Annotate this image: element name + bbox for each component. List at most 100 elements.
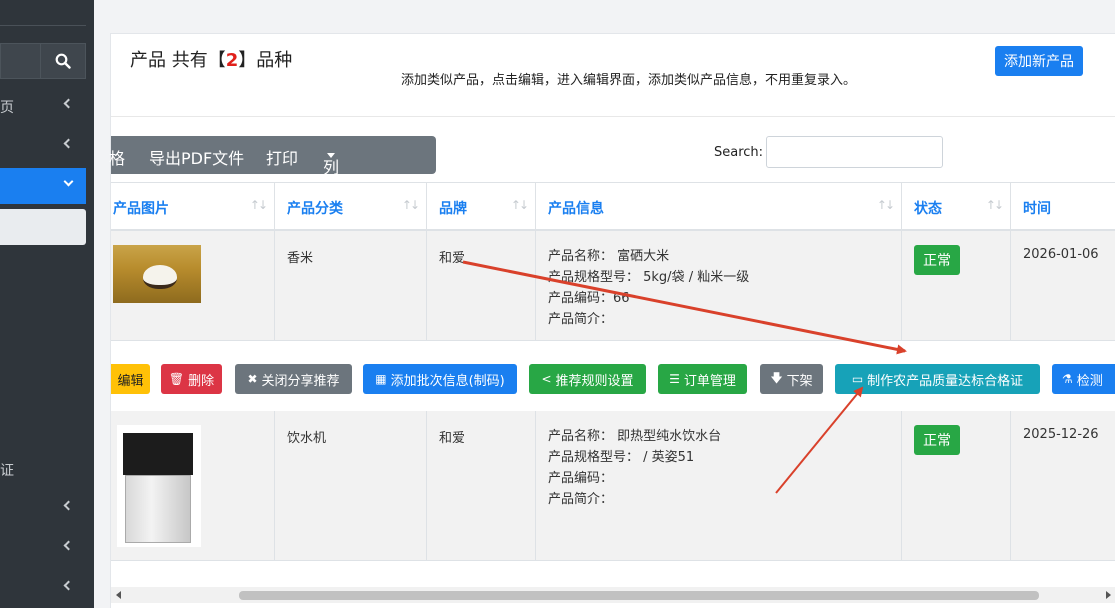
trash-icon: 🗑 — [168, 372, 185, 386]
product-spec: 产品规格型号： / 英姿51 — [548, 450, 695, 465]
scrollbar-thumb[interactable] — [239, 591, 1039, 600]
product-count: 2 — [225, 50, 239, 71]
column-header-status[interactable]: 状态 ↑↓ — [901, 183, 1010, 230]
action-label: 删除 — [188, 373, 215, 389]
sidebar-item-active[interactable] — [0, 168, 86, 204]
print-button[interactable]: 打印 — [266, 145, 298, 169]
brand-text: 和爱 — [439, 251, 466, 266]
add-batch-button[interactable]: ▦ 添加批次信息(制码) — [363, 364, 517, 394]
chevron-left-icon — [63, 98, 74, 109]
close-icon: ✖ — [247, 372, 258, 386]
category-cell: 香米 — [274, 231, 426, 341]
order-management-button[interactable]: ☰ 订单管理 — [658, 364, 747, 394]
action-label: 订单管理 — [683, 373, 736, 389]
sidebar-item-5[interactable] — [0, 490, 86, 526]
search-label: Search: — [714, 145, 764, 160]
category-text: 香米 — [287, 251, 314, 266]
dispenser-body — [125, 475, 191, 543]
delete-button[interactable]: 🗑 删除 — [161, 364, 222, 394]
rice-bowl — [143, 265, 177, 289]
column-header-info[interactable]: 产品信息 ↑↓ — [535, 183, 901, 230]
status-badge[interactable]: 正常 — [914, 245, 960, 275]
brand-cell: 和爱 — [426, 411, 535, 561]
sidebar-item-label: 证 — [0, 463, 14, 479]
info-cell: 产品名称： 即热型纯水饮水台 产品规格型号： / 英姿51 产品编码： 产品简介… — [535, 411, 901, 561]
column-header-brand[interactable]: 品牌 ↑↓ — [426, 183, 535, 230]
search-input[interactable] — [766, 136, 943, 168]
action-label: 添加批次信息(制码) — [390, 373, 505, 389]
category-text: 饮水机 — [287, 431, 327, 446]
table-row: 香米 和爱 产品名称： 富硒大米 产品规格型号： 5kg/袋 / 籼米一级 产品… — [111, 231, 1115, 341]
product-image-cell — [111, 411, 274, 561]
list-icon: ☰ — [669, 372, 680, 386]
time-text: 2025-12-26 — [1023, 427, 1099, 442]
info-cell: 产品名称： 富硒大米 产品规格型号： 5kg/袋 / 籼米一级 产品编码：66 … — [535, 231, 901, 341]
status-badge[interactable]: 正常 — [914, 425, 960, 455]
column-header-image[interactable]: 产品图片 ↑↓ — [111, 183, 274, 230]
chevron-left-icon — [63, 540, 74, 551]
status-cell: 正常 — [901, 231, 1010, 341]
sort-icon: ↑↓ — [985, 198, 1004, 212]
horizontal-scrollbar[interactable] — [111, 587, 1115, 603]
column-title: 状态 — [914, 201, 942, 217]
chevron-down-icon — [63, 176, 74, 187]
chevron-left-icon — [63, 500, 74, 511]
arrow-down-icon: 🡇 — [770, 370, 783, 385]
action-label: 编辑 — [117, 373, 144, 389]
action-label: 下架 — [786, 373, 813, 389]
column-header-time[interactable]: 时间 — [1010, 183, 1115, 230]
sidebar: 页 证 — [0, 0, 94, 608]
dispenser-top — [123, 433, 193, 475]
product-image-cell — [111, 231, 274, 341]
product-name: 产品名称： 即热型纯水饮水台 — [548, 429, 722, 444]
sort-icon: ↑↓ — [876, 198, 895, 212]
brand-text: 和爱 — [439, 431, 466, 446]
product-card: 产品 共有【2】品种 添加类似产品，点击编辑，进入编辑界面，添加类似产品信息，不… — [109, 33, 1115, 608]
column-title: 产品信息 — [548, 201, 604, 217]
time-cell: 2026-01-06 — [1010, 231, 1115, 341]
sidebar-item-label: 页 — [0, 100, 14, 116]
column-title: 产品分类 — [287, 201, 343, 217]
inspection-button[interactable]: ⚗ 检测 — [1052, 364, 1115, 394]
sidebar-search — [0, 43, 86, 79]
add-product-button[interactable]: 添加新产品 — [995, 46, 1083, 76]
column-header-category[interactable]: 产品分类 ↑↓ — [274, 183, 426, 230]
product-code: 产品编码： — [548, 471, 614, 486]
sidebar-item-6[interactable] — [0, 530, 86, 566]
close-share-button[interactable]: ✖ 关闭分享推荐 — [235, 364, 352, 394]
edit-button[interactable]: 编辑 — [111, 364, 150, 394]
sidebar-subitem-selected[interactable] — [0, 209, 86, 245]
action-label: 制作农产品质量达标合格证 — [867, 373, 1024, 389]
column-title: 品牌 — [439, 201, 467, 217]
recommend-rules-button[interactable]: < 推荐规则设置 — [529, 364, 646, 394]
qrcode-icon: ▦ — [375, 372, 387, 386]
export-excel-button[interactable]: 格 — [109, 145, 125, 169]
table-header: 产品图片 ↑↓ 产品分类 ↑↓ 品牌 ↑↓ 产品信息 ↑↓ 状态 ↑↓ 时间 — [111, 182, 1115, 231]
sidebar-item-home[interactable]: 页 — [0, 88, 86, 124]
column-visibility-button[interactable]: 列显示/隐藏 — [323, 145, 344, 273]
header-divider — [111, 116, 1115, 117]
title-prefix: 产品 共有【 — [130, 50, 226, 71]
action-label: 检测 — [1076, 373, 1103, 389]
share-icon: < — [541, 372, 552, 386]
product-code: 产品编码：66 — [548, 291, 630, 306]
sort-icon: ↑↓ — [510, 198, 529, 212]
sidebar-search-input[interactable] — [0, 43, 40, 79]
unlist-button[interactable]: 🡇 下架 — [760, 364, 823, 394]
sidebar-item-2[interactable] — [0, 128, 86, 164]
product-image-rice[interactable] — [113, 245, 201, 303]
export-pdf-button[interactable]: 导出PDF文件 — [149, 145, 244, 169]
action-label: 推荐规则设置 — [555, 373, 634, 389]
table-row: 饮水机 和爱 产品名称： 即热型纯水饮水台 产品规格型号： / 英姿51 产品编… — [111, 411, 1115, 561]
make-certificate-button[interactable]: ▭ 制作农产品质量达标合格证 — [835, 364, 1040, 394]
scroll-left-arrow-icon[interactable] — [116, 591, 121, 599]
product-intro: 产品简介： — [548, 312, 614, 327]
action-buttons-row: 编辑 🗑 删除 ✖ 关闭分享推荐 ▦ 添加批次信息(制码) < 推荐规则设置 ☰ 订单管理… — [111, 341, 1115, 411]
sidebar-search-button[interactable] — [40, 43, 86, 79]
sidebar-item-7[interactable] — [0, 570, 86, 606]
scroll-right-arrow-icon[interactable] — [1106, 591, 1111, 599]
product-image-water-dispenser[interactable] — [117, 425, 201, 547]
sidebar-item-certificate[interactable]: 证 — [0, 451, 86, 487]
sidebar-divider — [0, 25, 86, 26]
column-title: 产品图片 — [113, 201, 169, 217]
